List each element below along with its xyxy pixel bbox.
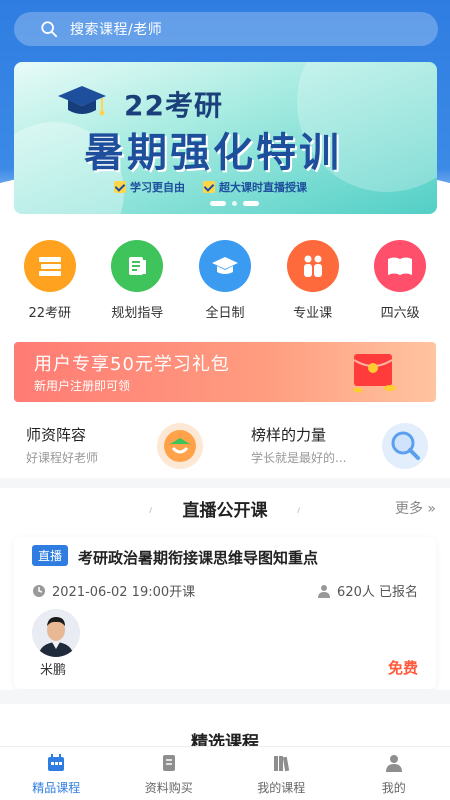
people-icon	[286, 240, 339, 292]
category-major[interactable]: 专业课	[273, 240, 353, 330]
feature-subtitle: 学长就是最好的...	[251, 451, 347, 465]
tab-label: 精品课程	[32, 781, 81, 795]
enrolled-count: 620人 已报名	[317, 581, 418, 600]
red-packet-icon	[353, 354, 396, 393]
promo-banner[interactable]: 22考研 暑期强化特训 学习更自由 超大课时直播授课	[14, 62, 437, 214]
live-course-card[interactable]: 直播 考研政治暑期衔接课思维导图知重点 2021-06-02 19:00开课 6…	[14, 537, 436, 689]
carousel-dot	[232, 201, 237, 206]
category-planning[interactable]: 规划指导	[97, 240, 177, 330]
graduation-cap-icon	[198, 240, 251, 292]
course-title: 考研政治暑期衔接课思维导图知重点	[78, 549, 319, 567]
category-label: 专业课	[293, 306, 333, 321]
tab-premium-courses[interactable]: 精品课程	[0, 747, 113, 800]
course-time: 2021-06-02 19:00开课	[32, 581, 195, 600]
banner-tag: 学习更自由	[114, 179, 185, 195]
category-label: 规划指导	[111, 306, 164, 321]
category-label: 22考研	[28, 306, 72, 321]
user-icon	[385, 755, 402, 772]
category-label: 全日制	[205, 306, 245, 321]
role-models-card[interactable]: 榜样的力量 学长就是最好的...	[225, 414, 450, 476]
banner-tags: 学习更自由 超大课时直播授课	[114, 179, 307, 195]
banner-title: 22考研	[124, 89, 223, 122]
promo-subtitle: 新用户注册即可领	[34, 379, 131, 393]
clock-icon	[33, 584, 45, 597]
promo-title: 用户专享50元学习礼包	[34, 354, 230, 375]
category-22kaoyan[interactable]: 22考研	[10, 240, 90, 330]
document-icon	[162, 755, 175, 771]
live-section-header: 直播公开课 更多 »	[0, 490, 450, 530]
carousel-dot	[243, 201, 259, 206]
teacher-badge-icon	[157, 423, 203, 469]
check-icon	[114, 181, 126, 193]
feature-subtitle: 好课程好老师	[26, 451, 99, 465]
check-icon	[203, 181, 215, 193]
tab-label: 我的	[381, 781, 406, 795]
search-bar[interactable]: 搜索课程/老师	[14, 12, 438, 46]
open-book-icon	[374, 240, 427, 292]
tab-materials[interactable]: 资料购买	[113, 747, 226, 800]
magnifier-icon	[382, 423, 428, 469]
section-divider	[0, 478, 450, 488]
tab-profile[interactable]: 我的	[338, 747, 450, 800]
user-icon	[318, 584, 331, 598]
document-icon	[111, 240, 164, 292]
teacher-avatar	[32, 609, 80, 657]
feature-title: 师资阵容	[26, 426, 87, 444]
search-icon	[41, 21, 58, 38]
search-placeholder: 搜索课程/老师	[70, 22, 163, 38]
feature-row: 师资阵容 好课程好老师 榜样的力量 学长就是最好的...	[0, 414, 450, 476]
live-section-title: 直播公开课	[182, 501, 268, 521]
live-badge: 直播	[32, 545, 69, 566]
section-divider	[0, 690, 450, 704]
teacher-name: 米鹏	[40, 663, 67, 678]
graduation-cap-icon	[58, 86, 106, 116]
banner-headline: 暑期强化特训	[84, 130, 342, 176]
category-label: 四六级	[380, 306, 420, 321]
calendar-icon	[48, 754, 65, 771]
carousel-indicator	[210, 201, 259, 206]
category-cet[interactable]: 四六级	[360, 240, 440, 330]
book-stack-icon	[23, 240, 76, 292]
tab-my-courses[interactable]: 我的课程	[225, 747, 338, 800]
banner-tag: 超大课时直播授课	[203, 179, 307, 195]
teachers-card[interactable]: 师资阵容 好课程好老师	[0, 414, 225, 476]
books-icon	[274, 756, 290, 772]
carousel-dot-active	[210, 201, 226, 206]
more-link[interactable]: 更多 »	[395, 498, 436, 518]
gift-promo-banner[interactable]: 用户专享50元学习礼包 新用户注册即可领	[14, 342, 436, 402]
price-label: 免费	[387, 659, 418, 677]
category-fulltime[interactable]: 全日制	[185, 240, 265, 330]
bottom-tab-bar: 精品课程 资料购买 我的课程 我的	[0, 746, 450, 800]
tab-label: 资料购买	[144, 781, 193, 795]
tab-label: 我的课程	[257, 781, 306, 795]
feature-title: 榜样的力量	[251, 426, 327, 444]
category-grid: 22考研 规划指导 全日制 专业课 四六级	[0, 240, 450, 330]
